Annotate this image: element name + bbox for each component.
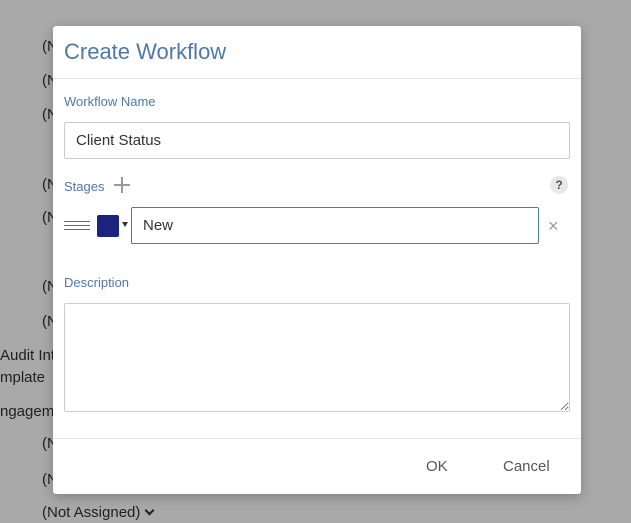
assignee-select-value: (Not Assigned) xyxy=(42,504,141,521)
drag-handle-icon[interactable] xyxy=(64,221,90,233)
assignee-select[interactable]: (Not Assigned) xyxy=(42,504,155,521)
workflow-name-label: Workflow Name xyxy=(64,94,156,109)
ok-button[interactable]: OK xyxy=(426,458,448,475)
stage-color-picker[interactable] xyxy=(97,215,133,237)
add-stage-icon[interactable] xyxy=(114,177,130,193)
dialog-header: Create Workflow xyxy=(53,26,581,79)
background-row-text: mplate xyxy=(0,369,46,386)
dialog-footer: OK Cancel xyxy=(53,438,581,494)
help-icon[interactable]: ? xyxy=(550,176,568,194)
color-swatch xyxy=(97,215,119,237)
background-row-text: Audit Int xyxy=(0,347,56,364)
chevron-down-icon xyxy=(144,505,155,516)
workflow-name-input[interactable] xyxy=(64,122,570,159)
cancel-button[interactable]: Cancel xyxy=(503,458,550,475)
stages-label: Stages xyxy=(64,179,105,194)
stage-name-input[interactable] xyxy=(131,207,539,244)
create-workflow-dialog: Create Workflow Workflow Name Stages ? ×… xyxy=(53,26,581,494)
caret-down-icon xyxy=(122,222,128,227)
remove-stage-icon[interactable]: × xyxy=(548,216,559,236)
description-label: Description xyxy=(64,275,130,290)
description-textarea[interactable] xyxy=(64,303,570,412)
dialog-title: Create Workflow xyxy=(64,39,227,64)
